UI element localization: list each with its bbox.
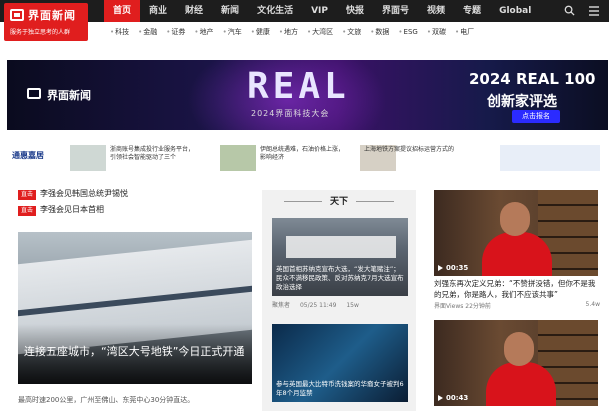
video-duration: 00:35 — [446, 264, 469, 272]
nav-item-jiemianhao[interactable]: 界面号 — [373, 0, 418, 22]
banner-subtitle: 2024界面科技大会 — [251, 109, 330, 118]
subnav-item-auto[interactable]: 汽车 — [219, 25, 247, 39]
logo-name: 界面新闻 — [28, 9, 76, 22]
subnav-item-banking[interactable]: 金融 — [134, 25, 162, 39]
subnav-item-power[interactable]: 电厂 — [451, 25, 479, 39]
ad-strip: 浙商账号集成投行业服务平台，引领社会智能驱动了三个 伊朗总统遇难，石油价格上涨，… — [0, 140, 609, 184]
flash-news-item[interactable]: 直击 李强会见韩国总统尹锡悦 — [18, 188, 128, 200]
banner-logo-icon — [27, 88, 41, 99]
ad-text: 浙商账号集成投行业服务平台，引领社会智能驱动了三个 — [110, 146, 195, 161]
search-icon[interactable] — [564, 5, 575, 16]
banner-award-line2: 创新家评选 — [487, 94, 557, 110]
menu-icon[interactable] — [588, 5, 600, 17]
ad-text: 上海地铁方案提议招标运营方式的 — [364, 146, 455, 153]
video-source: 界面Views — [434, 303, 464, 310]
news-caption[interactable]: 参与英国最大比特币洗钱案的华裔女子被判6年8个月监禁 — [276, 380, 404, 398]
nav-item-news[interactable]: 新闻 — [212, 0, 248, 22]
subnav-item-gba[interactable]: 大湾区 — [303, 25, 338, 39]
ad-item[interactable]: 上海地铁方案提议招标运营方式的 — [360, 142, 490, 182]
banner-award-line1: 2024 REAL 100 — [469, 70, 596, 88]
video-card[interactable]: 00:35 — [434, 190, 598, 276]
nav-item-finance[interactable]: 财经 — [176, 0, 212, 22]
promo-banner[interactable]: 界面新闻 REAL 2024界面科技大会 2024 REAL 100 创新家评选… — [7, 60, 608, 130]
ad-text: 伊朗总统遇难，石油价格上涨，影响经济 — [260, 146, 345, 161]
ad-item[interactable] — [500, 142, 600, 182]
person-head — [500, 202, 530, 236]
world-news-card[interactable]: 英国首相苏纳克宣布大选，“发大笔赌注”；民众不满移民政策、反对苏纳克7月大选宣布… — [272, 218, 408, 296]
subnav-item-securities[interactable]: 证券 — [162, 25, 190, 39]
play-icon — [438, 265, 443, 271]
world-column-heading: 天下 — [262, 194, 416, 207]
protest-banner — [286, 236, 396, 258]
news-time: 05/25 11:49 — [299, 302, 337, 309]
subnav-item-carbon[interactable]: 双碳 — [423, 25, 451, 39]
nav-item-flash[interactable]: 快报 — [337, 0, 373, 22]
video-title[interactable]: 刘强东再次定义兄弟：“不赞拼没错，但你不是我的兄弟，你是路人，我们不应该共事” — [434, 278, 600, 300]
subnav-item-health[interactable]: 健康 — [247, 25, 275, 39]
site-logo[interactable]: 界面新闻 服务于独立思考的人群 — [4, 3, 88, 41]
video-person — [486, 332, 556, 406]
video-person — [482, 202, 552, 276]
lead-story-image[interactable]: 连接五座城市，“湾区大号地铁”今日正式开通 — [18, 232, 252, 384]
ad-thumbnail — [70, 145, 106, 171]
flash-tag: 直击 — [18, 206, 37, 216]
flash-text: 李强会见日本首相 — [40, 205, 105, 214]
nav-item-global[interactable]: Global — [490, 0, 540, 22]
play-icon — [438, 395, 443, 401]
subnav-item-realestate[interactable]: 地产 — [190, 25, 218, 39]
person-head — [504, 332, 534, 366]
subnav-item-tourism[interactable]: 文旅 — [338, 25, 366, 39]
logo-icon — [10, 9, 24, 21]
video-duration: 00:43 — [446, 394, 469, 402]
nav-item-topics[interactable]: 专题 — [454, 0, 490, 22]
nav-item-video[interactable]: 视频 — [418, 0, 454, 22]
lead-story-title[interactable]: 连接五座城市，“湾区大号地铁”今日正式开通 — [24, 344, 250, 360]
ad-logo: 通惠嘉居 — [12, 151, 44, 160]
flash-tag: 直击 — [18, 190, 37, 200]
nav-item-culture[interactable]: 文化生活 — [248, 0, 302, 22]
banner-headline: REAL — [247, 66, 350, 107]
nav-item-vip[interactable]: VIP — [302, 0, 337, 22]
sub-nav: 科技 金融 证券 地产 汽车 健康 地方 大湾区 文旅 数据 ESG 双碳 电厂 — [106, 25, 479, 39]
nav-item-home[interactable]: 首页 — [104, 0, 141, 22]
lead-story-summary: 最高时速200公里，广州至佛山、东莞中心30分钟直达。 — [18, 396, 195, 404]
video-card[interactable]: 00:43 — [434, 320, 598, 406]
banner-cta-button[interactable]: 点击报名 — [512, 110, 560, 123]
subnav-item-data[interactable]: 数据 — [366, 25, 394, 39]
subnav-item-esg[interactable]: ESG — [394, 25, 422, 39]
news-views: 15w — [346, 302, 359, 309]
main-nav: 首页 商业 财经 新闻 文化生活 VIP 快报 界面号 视频 专题 Global — [104, 0, 540, 22]
news-meta: 聚焦者 05/25 11:49 15w — [272, 300, 367, 309]
logo-slogan: 服务于独立思考的人群 — [10, 29, 71, 36]
news-source: 聚焦者 — [272, 302, 291, 309]
flash-news-item[interactable]: 直击 李强会见日本首相 — [18, 204, 104, 216]
ad-item[interactable]: 伊朗总统遇难，石油价格上涨，影响经济 — [214, 142, 344, 182]
video-views: 5.4w — [585, 301, 600, 308]
news-caption[interactable]: 英国首相苏纳克宣布大选，“发大笔赌注”；民众不满移民政策、反对苏纳克7月大选宣布… — [276, 265, 404, 292]
video-time: 22分钟前 — [465, 303, 491, 310]
video-meta: 界面Views 22分钟前 5.4w — [434, 301, 600, 310]
banner-brand: 界面新闻 — [47, 89, 91, 102]
flash-text: 李强会见韩国总统尹锡悦 — [40, 189, 129, 198]
subnav-item-tech[interactable]: 科技 — [106, 25, 134, 39]
ad-thumbnail — [220, 145, 256, 171]
ad-item[interactable]: 浙商账号集成投行业服务平台，引领社会智能驱动了三个 — [70, 142, 200, 182]
ad-thumbnail — [500, 145, 600, 171]
person-body — [482, 232, 552, 276]
nav-item-business[interactable]: 商业 — [140, 0, 176, 22]
subnav-item-local[interactable]: 地方 — [275, 25, 303, 39]
world-news-card[interactable]: 参与英国最大比特币洗钱案的华裔女子被判6年8个月监禁 — [272, 324, 408, 402]
person-body — [486, 362, 556, 406]
